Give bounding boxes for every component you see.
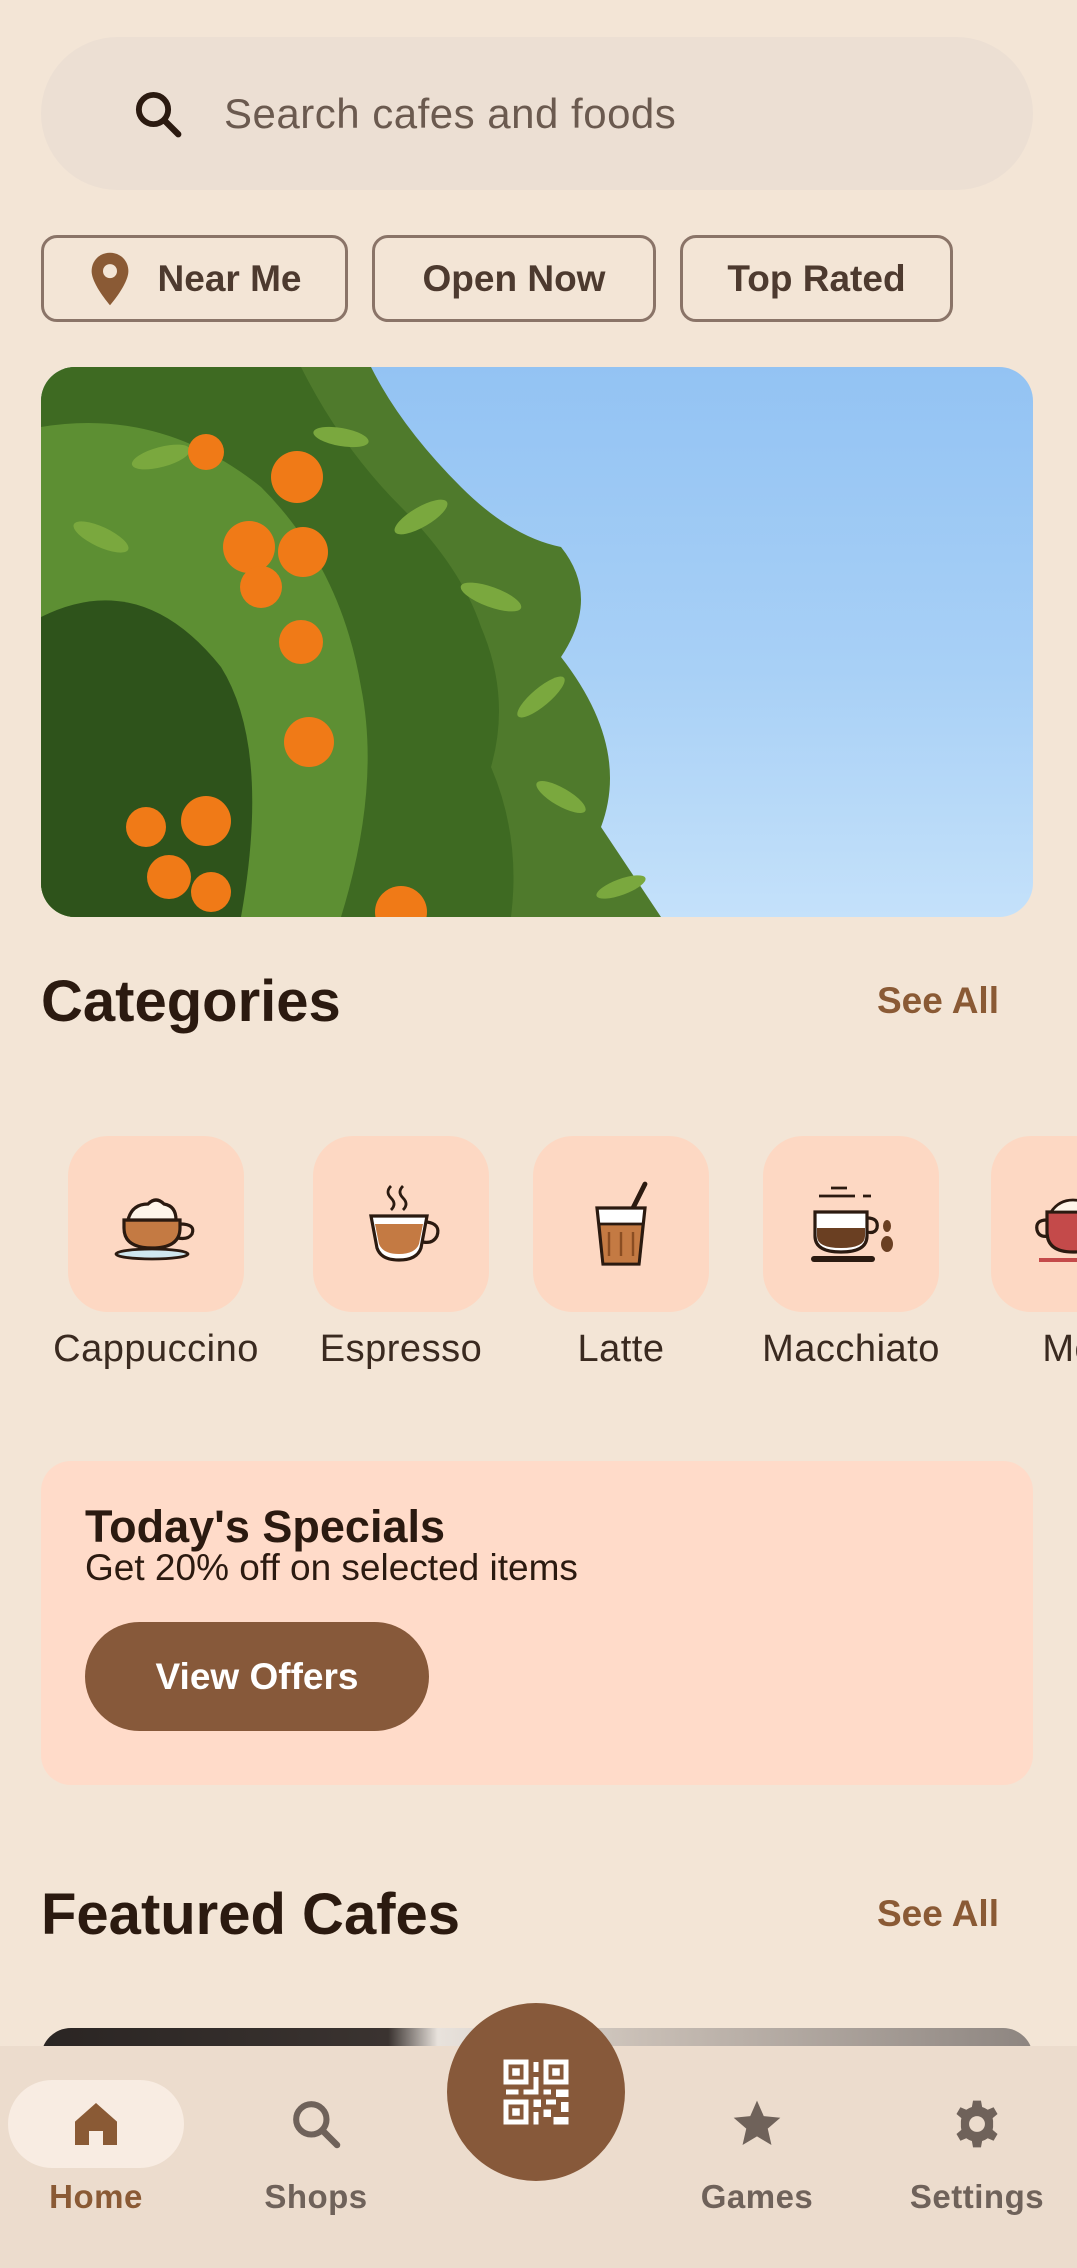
nav-label: Home (49, 2178, 143, 2215)
macchiato-icon (811, 1186, 893, 1262)
search-icon (293, 2101, 341, 2149)
orange-tree-illustration (41, 367, 661, 917)
gear-icon (956, 2100, 998, 2148)
specials-card: Today's Specials Get 20% off on selected… (41, 1461, 1033, 1785)
nav-shops[interactable]: Shops (226, 2080, 406, 2216)
nav-indicator (669, 2080, 845, 2168)
categories-title: Categories (41, 969, 341, 1034)
category-label: Espresso (319, 1328, 483, 1370)
category-mocha[interactable]: Moc (991, 1136, 1077, 1371)
category-tile (763, 1136, 939, 1312)
qr-scan-button[interactable] (447, 2003, 625, 2181)
chip-near-me[interactable]: Near Me (41, 235, 348, 322)
qr-code-icon (503, 2059, 569, 2125)
category-espresso[interactable]: Espresso (313, 1136, 489, 1371)
filter-chips: Near Me Open Now Top Rated (41, 235, 953, 322)
category-label: Macchiato (762, 1328, 940, 1370)
nav-indicator (228, 2080, 404, 2168)
category-tile (68, 1136, 244, 1312)
view-offers-button[interactable]: View Offers (85, 1622, 429, 1731)
chip-label: Open Now (422, 257, 606, 299)
nav-label: Shops (264, 2178, 368, 2215)
nav-indicator (8, 2080, 184, 2168)
search-bar[interactable]: Search cafes and foods (41, 37, 1033, 190)
categories-see-all-link[interactable]: See All (877, 980, 999, 1022)
cappuccino-icon (114, 1198, 195, 1261)
latte-icon (595, 1181, 648, 1266)
search-icon (135, 91, 182, 137)
chip-label: Near Me (157, 257, 302, 299)
search-placeholder: Search cafes and foods (224, 89, 677, 137)
category-label: Latte (577, 1328, 665, 1370)
chip-label: Top Rated (727, 257, 906, 299)
nav-label: Settings (909, 2178, 1045, 2215)
nav-label: Games (700, 2178, 814, 2215)
chip-open-now[interactable]: Open Now (372, 235, 656, 322)
featured-cafes-title: Featured Cafes (41, 1882, 461, 1947)
star-icon (733, 2100, 781, 2145)
nav-games[interactable]: Games (667, 2080, 847, 2216)
category-tile (533, 1136, 709, 1312)
nav-settings[interactable]: Settings (887, 2080, 1067, 2216)
category-cappuccino[interactable]: Cappuccino (43, 1136, 269, 1371)
categories-list[interactable]: Cappuccino Espresso Latte Macchiato M (0, 1136, 1077, 1376)
nav-indicator (889, 2080, 1065, 2168)
home-icon (75, 2103, 117, 2145)
hero-banner-image[interactable] (41, 367, 1033, 917)
category-latte[interactable]: Latte (533, 1136, 709, 1371)
specials-title: Today's Specials (85, 1501, 446, 1552)
category-label: Moc (1042, 1328, 1077, 1370)
specials-subtitle: Get 20% off on selected items (85, 1547, 578, 1588)
mocha-icon (1035, 1198, 1077, 1262)
espresso-icon (369, 1185, 440, 1262)
featured-see-all-link[interactable]: See All (877, 1893, 999, 1935)
nav-home[interactable]: Home (6, 2080, 186, 2216)
category-tile (991, 1136, 1077, 1312)
chip-top-rated[interactable]: Top Rated (680, 235, 953, 322)
category-tile (313, 1136, 489, 1312)
category-macchiato[interactable]: Macchiato (753, 1136, 949, 1371)
location-pin-icon (91, 252, 128, 305)
category-label: Cappuccino (53, 1328, 259, 1370)
